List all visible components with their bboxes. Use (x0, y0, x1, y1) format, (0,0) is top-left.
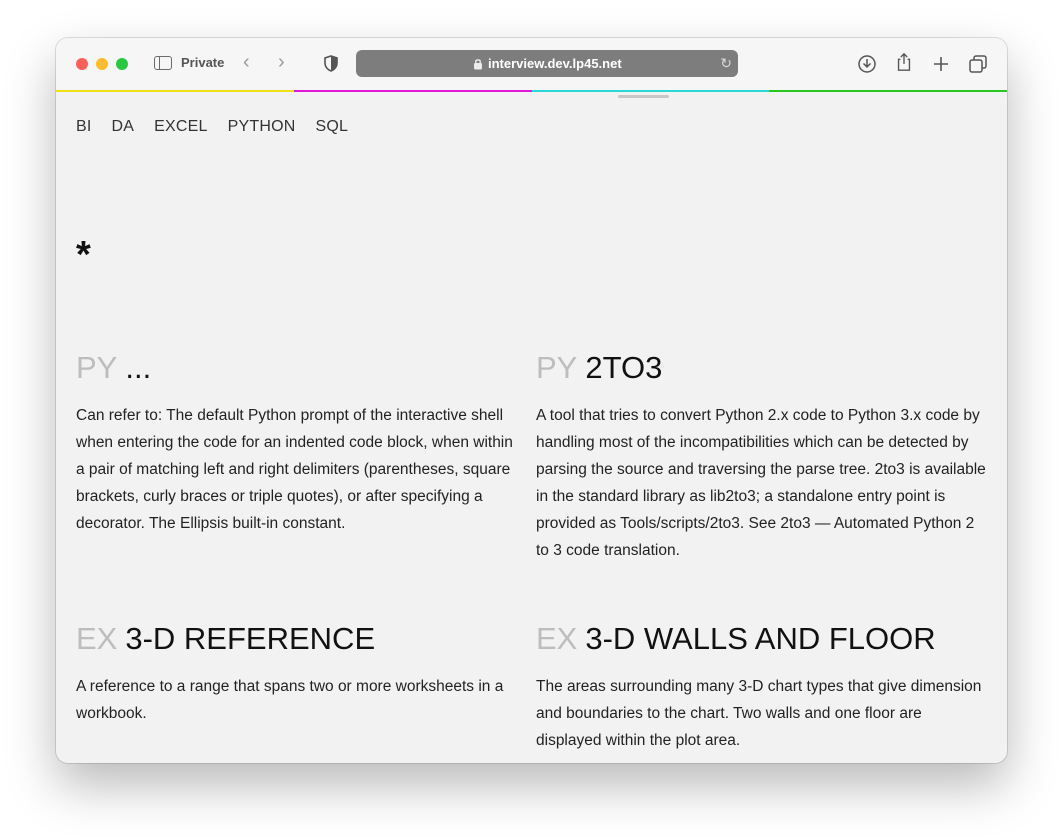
category-color-strip (56, 90, 1007, 92)
tab-overview-icon[interactable] (968, 54, 988, 74)
entry-definition: A tool that tries to convert Python 2.x … (536, 407, 986, 559)
glossary-entry: PY 2TO3 A tool that tries to convert Pyth… (536, 350, 988, 564)
entry-category-prefix: EX (536, 621, 578, 656)
glossary-entry: PY... Can refer to: The default Python p… (76, 350, 524, 537)
downloads-icon[interactable] (857, 54, 877, 74)
nav-item-sql[interactable]: SQL (316, 118, 349, 136)
sidebar-toggle-icon[interactable] (154, 56, 172, 70)
color-strip-segment (293, 90, 532, 92)
entry-term: ... (125, 350, 152, 385)
nav-item-python[interactable]: PYTHON (228, 118, 296, 136)
privacy-shield-icon[interactable] (324, 55, 338, 72)
private-mode-label: Private (181, 55, 225, 70)
glossary-entry: EX 3-D REFERENCE A reference to a range t… (76, 621, 526, 727)
entry-term: 2TO3 (585, 350, 663, 385)
back-button[interactable]: ‹ (243, 52, 250, 72)
share-icon[interactable] (894, 52, 914, 72)
entry-title: PY... (76, 350, 524, 386)
entry-definition: The areas surrounding many 3-D chart typ… (536, 678, 982, 749)
color-strip-segment (531, 90, 770, 92)
color-strip-segment (769, 90, 1007, 92)
entry-category-prefix: PY (76, 350, 118, 385)
browser-window: Private ‹ › interview.dev.lp45.net ↻ BI … (56, 38, 1007, 763)
glossary-entry: EX 3-D WALLS AND FLOOR The areas surround… (536, 621, 988, 754)
entry-title: EX 3-D REFERENCE (76, 621, 526, 657)
minimize-window-button[interactable] (96, 58, 108, 70)
category-nav: BI DA EXCEL PYTHON SQL (76, 118, 368, 136)
new-tab-icon[interactable] (931, 54, 951, 74)
section-heading: * (76, 234, 91, 276)
entry-title: EX 3-D WALLS AND FLOOR (536, 621, 988, 657)
nav-item-excel[interactable]: EXCEL (154, 118, 207, 136)
close-window-button[interactable] (76, 58, 88, 70)
reload-icon[interactable]: ↻ (720, 55, 732, 72)
forward-button[interactable]: › (278, 52, 285, 72)
entry-definition: Can refer to: The default Python prompt … (76, 407, 513, 532)
entry-definition: A reference to a range that spans two or… (76, 678, 504, 722)
lock-icon (474, 59, 482, 70)
nav-item-bi[interactable]: BI (76, 118, 92, 136)
color-strip-segment (56, 90, 294, 92)
address-bar[interactable]: interview.dev.lp45.net ↻ (356, 50, 738, 77)
entry-title: PY 2TO3 (536, 350, 988, 386)
tab-drag-handle[interactable] (618, 95, 669, 98)
nav-item-da[interactable]: DA (112, 118, 135, 136)
entry-category-prefix: EX (76, 621, 118, 656)
entry-term: 3-D WALLS AND FLOOR (585, 621, 936, 656)
maximize-window-button[interactable] (116, 58, 128, 70)
entry-term: 3-D REFERENCE (125, 621, 376, 656)
entry-category-prefix: PY (536, 350, 578, 385)
browser-toolbar: Private ‹ › interview.dev.lp45.net ↻ (56, 38, 1007, 90)
url-text: interview.dev.lp45.net (488, 56, 622, 71)
